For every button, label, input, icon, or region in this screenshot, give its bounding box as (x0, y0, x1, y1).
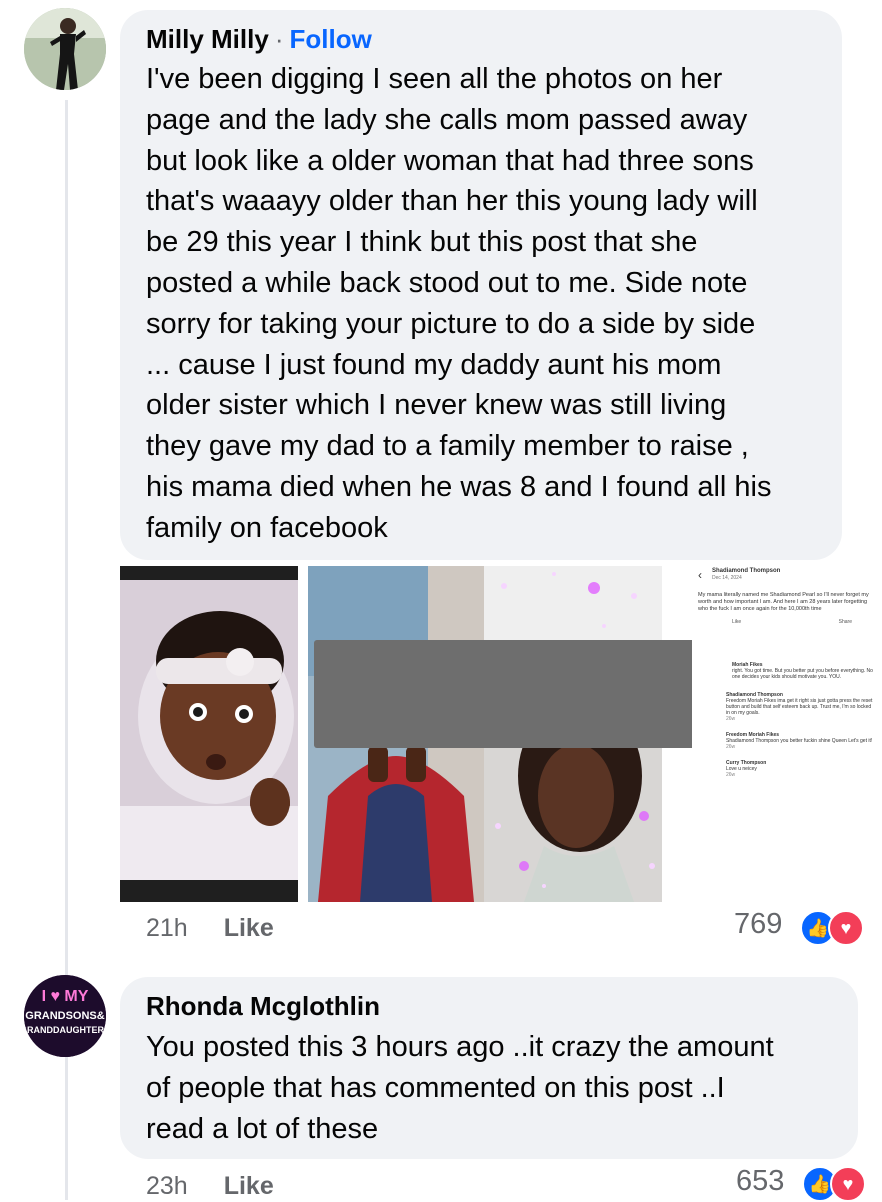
screenshot-share: Share (838, 619, 852, 625)
like-button[interactable]: Like (224, 914, 274, 942)
reaction-icons[interactable]: 👍 ♥ (800, 910, 864, 946)
comment-attachment[interactable]: ‹ Shadiamond Thompson Dec 14, 2024 My ma… (120, 566, 880, 902)
comment-actions: 23h Like (146, 1172, 274, 1201)
baby-photo[interactable] (120, 566, 298, 902)
comment-author[interactable]: Rhonda Mcglothlin (146, 991, 380, 1021)
comment-actions: 21h Like (146, 914, 274, 943)
screenshot-reply-text: Freedom Moriah Fikes ima get it right si… (726, 698, 873, 716)
svg-text:I ♥ MY: I ♥ MY (42, 988, 89, 1005)
screenshot-reply-time: 26w (726, 744, 736, 750)
svg-text:GRANDSONS&: GRANDSONS& (25, 1010, 105, 1022)
redaction-box (314, 640, 744, 748)
profile-photo (24, 8, 106, 90)
svg-text:GRANDDAUGHTERS: GRANDDAUGHTERS (24, 1025, 106, 1035)
screenshot-header-name: Shadiamond Thompson (712, 568, 781, 574)
follow-button[interactable]: Follow (289, 24, 371, 54)
comment-text: I've been digging I seen all the photos … (146, 63, 772, 544)
comment-time[interactable]: 23h (146, 1172, 188, 1200)
love-reaction-icon: ♥ (830, 1166, 866, 1202)
back-chevron-icon: ‹ (698, 567, 702, 582)
screenshot-like: Like (732, 619, 742, 625)
screenshot-reply-time: 26w (726, 772, 736, 778)
comment-time[interactable]: 21h (146, 914, 188, 942)
comment-bubble: Milly Milly · Follow I've been digging I s… (120, 10, 842, 560)
screenshot-reply-time: 26w (726, 716, 736, 722)
screenshot-header-date: Dec 14, 2024 (712, 575, 742, 581)
screenshot-post-text: My mama literally named me Shadiamond Pe… (698, 592, 869, 612)
comment-bubble: Rhonda Mcglothlin You posted this 3 hour… (120, 977, 858, 1159)
reaction-icons[interactable]: 👍 ♥ (802, 1166, 866, 1202)
comment-author-row: Milly Milly · Follow (146, 24, 372, 55)
screenshot-reply-text: Shadiamond Thompson you better fuckin sh… (726, 738, 873, 744)
avatar[interactable] (24, 8, 106, 90)
reaction-count[interactable]: 769 (734, 908, 782, 941)
love-reaction-icon: ♥ (828, 910, 864, 946)
avatar[interactable]: I ♥ MY GRANDSONS& GRANDDAUGHTERS (24, 975, 106, 1057)
facebook-post-screenshot[interactable]: ‹ Shadiamond Thompson Dec 14, 2024 My ma… (692, 566, 880, 902)
grandsons-granddaughters-logo: I ♥ MY GRANDSONS& GRANDDAUGHTERS (24, 975, 106, 1057)
comment-text: You posted this 3 hours ago ..it crazy t… (146, 1031, 774, 1145)
screenshot-reply-text: right. You got time. But you better put … (732, 668, 873, 680)
comment-author-row: Rhonda Mcglothlin (146, 991, 380, 1022)
comment-author[interactable]: Milly Milly (146, 24, 269, 54)
separator-dot: · (274, 24, 284, 54)
like-button[interactable]: Like (224, 1172, 274, 1200)
reaction-count[interactable]: 653 (736, 1165, 784, 1198)
